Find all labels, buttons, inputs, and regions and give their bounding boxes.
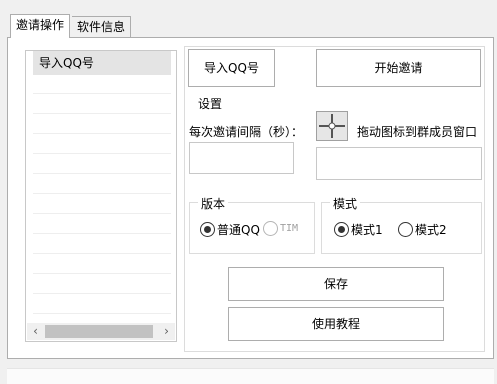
settings-title: 设置 <box>198 97 223 111</box>
chevron-right-icon[interactable]: › <box>158 323 175 340</box>
version-title: 版本 <box>198 195 229 212</box>
radio-tim-label: TIM <box>280 223 299 234</box>
status-bar <box>7 368 494 384</box>
drag-instruction-label: 拖动图标到群成员窗口 <box>357 125 478 139</box>
radio-normal-qq-label: 普通QQ <box>217 223 260 237</box>
import-qq-button[interactable]: 导入QQ号 <box>188 49 275 87</box>
tab-bar: 邀请操作 软件信息 <box>0 0 497 38</box>
tab-software-info[interactable]: 软件信息 <box>72 16 132 38</box>
list-item[interactable] <box>33 215 171 234</box>
chevron-left-icon[interactable]: ‹ <box>27 323 44 340</box>
radio-button-icon <box>263 221 278 236</box>
mode-title: 模式 <box>330 195 361 212</box>
radio-button-icon <box>334 222 349 237</box>
list-item[interactable] <box>33 235 171 254</box>
mode-groupbox: 模式 模式1 模式2 <box>321 195 482 254</box>
list-item[interactable] <box>33 135 171 154</box>
list-item[interactable] <box>33 175 171 194</box>
list-item[interactable] <box>33 155 171 174</box>
start-invite-button[interactable]: 开始邀请 <box>316 49 481 87</box>
target-window-field[interactable] <box>316 147 482 180</box>
tab-invite-operations[interactable]: 邀请操作 <box>10 14 71 38</box>
scrollbar-thumb[interactable] <box>45 325 153 338</box>
radio-tim: TIM <box>263 221 298 236</box>
radio-mode-1[interactable]: 模式1 <box>334 221 383 238</box>
list-item[interactable] <box>33 95 171 114</box>
list-item[interactable] <box>33 115 171 134</box>
tutorial-button[interactable]: 使用教程 <box>228 307 444 341</box>
radio-button-icon <box>200 222 215 237</box>
list-item[interactable] <box>33 275 171 294</box>
tab-panel: 导入QQ号 ‹ › 导入QQ号 开始邀请 设置 每次邀请间隔（秒）： 拖动图标到… <box>7 37 494 359</box>
right-panel: 导入QQ号 开始邀请 设置 每次邀请间隔（秒）： 拖动图标到群成员窗口 版本 普… <box>184 46 485 352</box>
radio-normal-qq[interactable]: 普通QQ <box>200 221 260 238</box>
list-item[interactable] <box>33 295 171 314</box>
interval-label: 每次邀请间隔（秒）： <box>189 125 304 139</box>
version-groupbox: 版本 普通QQ TIM <box>189 195 315 254</box>
radio-mode-2-label: 模式2 <box>415 223 447 237</box>
list-header: 导入QQ号 <box>33 51 171 75</box>
radio-mode-1-label: 模式1 <box>351 223 383 237</box>
list-item[interactable] <box>33 75 171 94</box>
radio-mode-2[interactable]: 模式2 <box>398 221 447 238</box>
crosshair-drag-icon[interactable] <box>316 111 348 141</box>
interval-input[interactable] <box>189 142 294 174</box>
list-item[interactable] <box>33 195 171 214</box>
radio-button-icon <box>398 222 413 237</box>
save-button[interactable]: 保存 <box>228 267 444 301</box>
list-item[interactable] <box>33 255 171 274</box>
horizontal-scrollbar[interactable]: ‹ › <box>27 323 175 340</box>
qq-list[interactable]: 导入QQ号 ‹ › <box>25 50 177 342</box>
